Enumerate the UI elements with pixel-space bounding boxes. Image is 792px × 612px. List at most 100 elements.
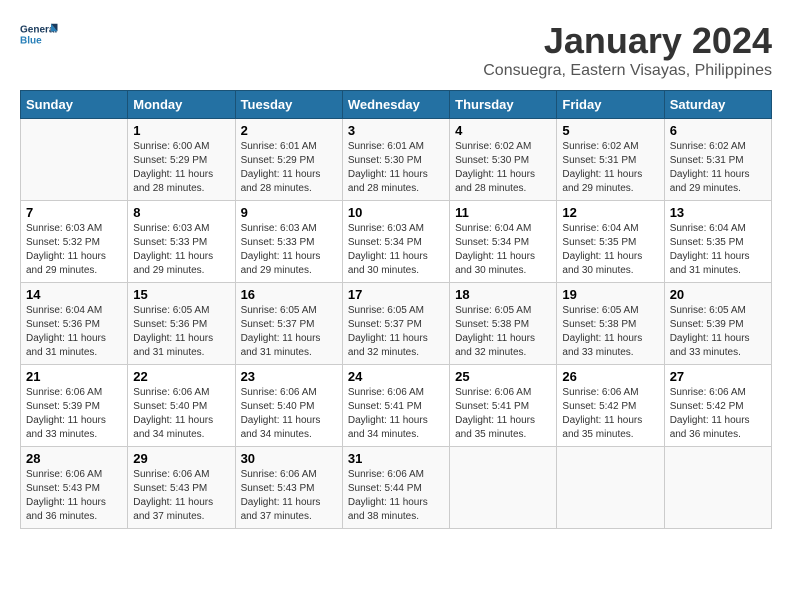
- day-detail: Sunrise: 6:06 AM Sunset: 5:39 PM Dayligh…: [26, 386, 122, 442]
- day-detail: Sunrise: 6:05 AM Sunset: 5:38 PM Dayligh…: [455, 304, 551, 360]
- day-cell: 29Sunrise: 6:06 AM Sunset: 5:43 PM Dayli…: [128, 447, 235, 529]
- day-number: 19: [562, 287, 658, 302]
- day-number: 8: [133, 205, 229, 220]
- day-number: 4: [455, 123, 551, 138]
- day-cell: 1Sunrise: 6:00 AM Sunset: 5:29 PM Daylig…: [128, 119, 235, 201]
- day-cell: 9 Sunrise: 6:03 AM Sunset: 5:33 PM Daylig…: [235, 201, 342, 283]
- day-number: 21: [26, 369, 122, 384]
- location-subtitle: Consuegra, Eastern Visayas, Philippines: [483, 62, 772, 80]
- day-cell: 24 Sunrise: 6:06 AM Sunset: 5:41 PM Dayli…: [342, 365, 449, 447]
- day-number: 22: [133, 369, 229, 384]
- day-cell: 31Sunrise: 6:06 AM Sunset: 5:44 PM Dayli…: [342, 447, 449, 529]
- day-cell: 10Sunrise: 6:03 AM Sunset: 5:34 PM Dayli…: [342, 201, 449, 283]
- day-cell: 26 Sunrise: 6:06 AM Sunset: 5:42 PM Dayli…: [557, 365, 664, 447]
- day-cell: 14Sunrise: 6:04 AM Sunset: 5:36 PM Dayli…: [21, 283, 128, 365]
- day-cell: 4 Sunrise: 6:02 AM Sunset: 5:30 PM Daylig…: [450, 119, 557, 201]
- week-row-1: 1Sunrise: 6:00 AM Sunset: 5:29 PM Daylig…: [21, 119, 772, 201]
- day-detail: Sunrise: 6:00 AM Sunset: 5:29 PM Dayligh…: [133, 140, 229, 196]
- day-detail: Sunrise: 6:06 AM Sunset: 5:42 PM Dayligh…: [562, 386, 658, 442]
- day-number: 11: [455, 205, 551, 220]
- day-number: 28: [26, 451, 122, 466]
- day-detail: Sunrise: 6:04 AM Sunset: 5:34 PM Dayligh…: [455, 222, 551, 278]
- logo-icon: General Blue: [20, 20, 60, 50]
- day-cell: 6 Sunrise: 6:02 AM Sunset: 5:31 PM Daylig…: [664, 119, 771, 201]
- day-detail: Sunrise: 6:05 AM Sunset: 5:39 PM Dayligh…: [670, 304, 766, 360]
- calendar-header-row: SundayMondayTuesdayWednesdayThursdayFrid…: [21, 91, 772, 119]
- day-number: 15: [133, 287, 229, 302]
- day-number: 12: [562, 205, 658, 220]
- day-cell: 18 Sunrise: 6:05 AM Sunset: 5:38 PM Dayli…: [450, 283, 557, 365]
- day-cell: 16 Sunrise: 6:05 AM Sunset: 5:37 PM Dayli…: [235, 283, 342, 365]
- day-cell: 8 Sunrise: 6:03 AM Sunset: 5:33 PM Daylig…: [128, 201, 235, 283]
- day-cell: 7 Sunrise: 6:03 AM Sunset: 5:32 PM Daylig…: [21, 201, 128, 283]
- week-row-5: 28 Sunrise: 6:06 AM Sunset: 5:43 PM Dayli…: [21, 447, 772, 529]
- day-number: 7: [26, 205, 122, 220]
- week-row-3: 14Sunrise: 6:04 AM Sunset: 5:36 PM Dayli…: [21, 283, 772, 365]
- day-number: 6: [670, 123, 766, 138]
- header-friday: Friday: [557, 91, 664, 119]
- day-detail: Sunrise: 6:03 AM Sunset: 5:34 PM Dayligh…: [348, 222, 444, 278]
- calendar-table: SundayMondayTuesdayWednesdayThursdayFrid…: [20, 90, 772, 529]
- day-number: 16: [241, 287, 337, 302]
- title-section: January 2024 Consuegra, Eastern Visayas,…: [483, 20, 772, 80]
- day-detail: Sunrise: 6:01 AM Sunset: 5:29 PM Dayligh…: [241, 140, 337, 196]
- day-detail: Sunrise: 6:04 AM Sunset: 5:35 PM Dayligh…: [670, 222, 766, 278]
- day-detail: Sunrise: 6:06 AM Sunset: 5:40 PM Dayligh…: [241, 386, 337, 442]
- day-detail: Sunrise: 6:02 AM Sunset: 5:31 PM Dayligh…: [562, 140, 658, 196]
- header-wednesday: Wednesday: [342, 91, 449, 119]
- day-cell: 27 Sunrise: 6:06 AM Sunset: 5:42 PM Dayli…: [664, 365, 771, 447]
- day-detail: Sunrise: 6:04 AM Sunset: 5:35 PM Dayligh…: [562, 222, 658, 278]
- day-detail: Sunrise: 6:04 AM Sunset: 5:36 PM Dayligh…: [26, 304, 122, 360]
- day-detail: Sunrise: 6:02 AM Sunset: 5:30 PM Dayligh…: [455, 140, 551, 196]
- day-cell: 20 Sunrise: 6:05 AM Sunset: 5:39 PM Dayli…: [664, 283, 771, 365]
- day-number: 13: [670, 205, 766, 220]
- day-number: 18: [455, 287, 551, 302]
- day-number: 5: [562, 123, 658, 138]
- day-detail: Sunrise: 6:05 AM Sunset: 5:36 PM Dayligh…: [133, 304, 229, 360]
- day-cell: 17Sunrise: 6:05 AM Sunset: 5:37 PM Dayli…: [342, 283, 449, 365]
- day-cell: 11 Sunrise: 6:04 AM Sunset: 5:34 PM Dayli…: [450, 201, 557, 283]
- day-number: 24: [348, 369, 444, 384]
- day-number: 20: [670, 287, 766, 302]
- day-detail: Sunrise: 6:03 AM Sunset: 5:33 PM Dayligh…: [133, 222, 229, 278]
- day-cell: [557, 447, 664, 529]
- day-cell: 2 Sunrise: 6:01 AM Sunset: 5:29 PM Daylig…: [235, 119, 342, 201]
- page-header: General Blue January 2024 Consuegra, Eas…: [20, 20, 772, 80]
- day-cell: 21 Sunrise: 6:06 AM Sunset: 5:39 PM Dayli…: [21, 365, 128, 447]
- header-thursday: Thursday: [450, 91, 557, 119]
- day-number: 26: [562, 369, 658, 384]
- day-number: 17: [348, 287, 444, 302]
- day-detail: Sunrise: 6:05 AM Sunset: 5:37 PM Dayligh…: [241, 304, 337, 360]
- day-number: 3: [348, 123, 444, 138]
- day-detail: Sunrise: 6:03 AM Sunset: 5:33 PM Dayligh…: [241, 222, 337, 278]
- day-detail: Sunrise: 6:06 AM Sunset: 5:42 PM Dayligh…: [670, 386, 766, 442]
- day-detail: Sunrise: 6:06 AM Sunset: 5:43 PM Dayligh…: [133, 468, 229, 524]
- day-detail: Sunrise: 6:05 AM Sunset: 5:38 PM Dayligh…: [562, 304, 658, 360]
- day-number: 27: [670, 369, 766, 384]
- day-detail: Sunrise: 6:02 AM Sunset: 5:31 PM Dayligh…: [670, 140, 766, 196]
- day-detail: Sunrise: 6:06 AM Sunset: 5:41 PM Dayligh…: [455, 386, 551, 442]
- day-number: 9: [241, 205, 337, 220]
- day-cell: 5 Sunrise: 6:02 AM Sunset: 5:31 PM Daylig…: [557, 119, 664, 201]
- day-detail: Sunrise: 6:06 AM Sunset: 5:44 PM Dayligh…: [348, 468, 444, 524]
- day-cell: 3 Sunrise: 6:01 AM Sunset: 5:30 PM Daylig…: [342, 119, 449, 201]
- svg-text:Blue: Blue: [20, 35, 42, 46]
- day-cell: 23 Sunrise: 6:06 AM Sunset: 5:40 PM Dayli…: [235, 365, 342, 447]
- day-number: 30: [241, 451, 337, 466]
- header-monday: Monday: [128, 91, 235, 119]
- day-detail: Sunrise: 6:03 AM Sunset: 5:32 PM Dayligh…: [26, 222, 122, 278]
- day-number: 2: [241, 123, 337, 138]
- day-cell: [21, 119, 128, 201]
- day-cell: [450, 447, 557, 529]
- day-detail: Sunrise: 6:06 AM Sunset: 5:41 PM Dayligh…: [348, 386, 444, 442]
- week-row-2: 7 Sunrise: 6:03 AM Sunset: 5:32 PM Daylig…: [21, 201, 772, 283]
- day-detail: Sunrise: 6:06 AM Sunset: 5:40 PM Dayligh…: [133, 386, 229, 442]
- logo: General Blue: [20, 20, 60, 50]
- day-number: 23: [241, 369, 337, 384]
- day-detail: Sunrise: 6:06 AM Sunset: 5:43 PM Dayligh…: [26, 468, 122, 524]
- week-row-4: 21 Sunrise: 6:06 AM Sunset: 5:39 PM Dayli…: [21, 365, 772, 447]
- month-year-title: January 2024: [483, 20, 772, 62]
- day-cell: 30 Sunrise: 6:06 AM Sunset: 5:43 PM Dayli…: [235, 447, 342, 529]
- day-detail: Sunrise: 6:06 AM Sunset: 5:43 PM Dayligh…: [241, 468, 337, 524]
- day-detail: Sunrise: 6:01 AM Sunset: 5:30 PM Dayligh…: [348, 140, 444, 196]
